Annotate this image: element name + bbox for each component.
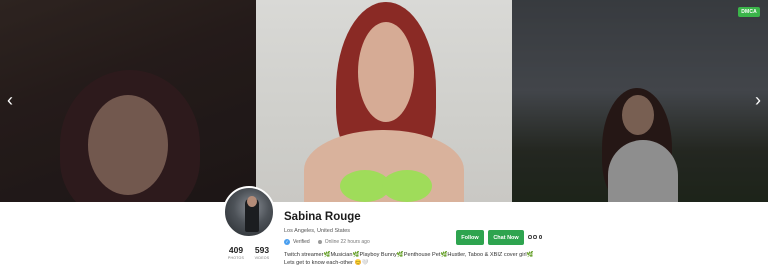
banner-carousel[interactable]: ‹ › DMCA [0, 0, 768, 202]
profile-bio: Twitch streamer🌿Musician🌿Playboy Bunny🌿P… [284, 251, 554, 267]
verified-label: Verified [293, 239, 310, 245]
photo-glove-right [382, 170, 432, 202]
videos-count[interactable]: 593 VIDEOS [254, 245, 270, 260]
online-status: Online 22 hours ago [324, 239, 370, 245]
banner-photo-center[interactable] [256, 0, 512, 202]
banner-photo-right[interactable] [512, 0, 768, 202]
videos-count-value: 593 [254, 245, 270, 255]
photo-face [358, 22, 414, 122]
chat-now-button[interactable]: Chat Now [488, 230, 524, 245]
avatar-face [247, 196, 257, 207]
chevron-left-icon[interactable]: ‹ [3, 90, 17, 110]
more-options-icon[interactable] [528, 234, 542, 240]
videos-count-label: VIDEOS [254, 256, 270, 260]
photo-dim-overlay [512, 0, 768, 202]
profile-location: Los Angeles, United States [284, 228, 351, 234]
profile-page: ‹ › DMCA 409 PHOTOS 593 VIDEOS Sabina Ro… [0, 0, 768, 272]
online-dot-icon [317, 240, 322, 244]
chevron-right-icon[interactable]: › [751, 90, 765, 110]
photos-count-label: PHOTOS [227, 256, 245, 260]
avatar[interactable] [223, 186, 275, 238]
bio-line: Twitch streamer🌿Musician🌿Playboy Bunny🌿P… [284, 252, 534, 258]
profile-name: Sabina Rouge [284, 211, 361, 223]
bio-line: Lets get to know each-other 😊🤍 [284, 260, 369, 266]
follow-button[interactable]: Follow [456, 230, 484, 245]
photos-count-value: 409 [228, 245, 244, 255]
photos-count[interactable]: 409 PHOTOS [228, 245, 244, 260]
photo-dim-overlay [0, 0, 256, 202]
verified-check-icon: ✓ [284, 239, 290, 245]
verification-row: ✓ Verified Online 22 hours ago [284, 239, 370, 245]
dmca-badge[interactable]: DMCA [738, 7, 760, 17]
banner-photo-left[interactable] [0, 0, 256, 202]
